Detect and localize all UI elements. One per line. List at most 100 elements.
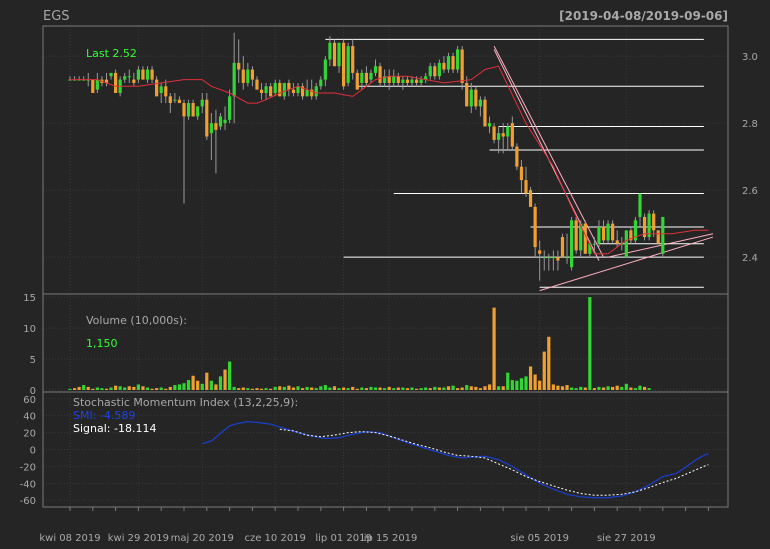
candle-body: [205, 99, 209, 137]
volume-bar: [291, 387, 296, 390]
smi-tick-label: 60: [23, 395, 36, 406]
candle-body: [278, 82, 282, 97]
volume-bar: [145, 387, 150, 390]
candle-body: [177, 99, 182, 104]
candle-body: [410, 79, 414, 83]
volume-bar: [118, 386, 122, 390]
candle-body: [474, 89, 478, 107]
candle-body: [428, 66, 432, 77]
volume-bar: [401, 387, 405, 390]
volume-bar: [355, 388, 359, 390]
candle-body: [241, 69, 245, 83]
candle-body: [196, 106, 200, 117]
volume-bar: [164, 388, 168, 390]
volume-bar: [474, 386, 478, 390]
volume-bar: [232, 386, 236, 390]
chart-canvas: EGS [2019-04-08/2019-09-06] 2.4 2.6 2.8 3.0…: [0, 0, 770, 549]
price-tick-label: 2.4: [742, 253, 758, 264]
volume-bar: [574, 388, 578, 390]
volume-bar: [364, 388, 368, 390]
candle-body: [173, 99, 177, 101]
candle-body: [478, 99, 482, 107]
candle-body: [597, 227, 601, 244]
volume-bar: [629, 387, 633, 390]
candle-body: [528, 190, 533, 207]
volume-bar: [615, 385, 619, 390]
candle-body: [401, 79, 405, 83]
candle-body: [109, 72, 113, 77]
candle-body: [615, 240, 619, 244]
volume-bar: [132, 386, 136, 390]
volume-bar: [314, 388, 318, 390]
volume-bar: [437, 387, 441, 390]
volume-bar: [638, 385, 642, 390]
candle-body: [351, 46, 355, 73]
volume-bar: [433, 386, 437, 390]
candle-body: [259, 89, 264, 93]
volume-bar: [560, 386, 565, 390]
volume-bar: [282, 386, 286, 390]
volume-bar: [478, 388, 482, 390]
volume-bar: [378, 387, 382, 390]
volume-bar: [246, 388, 250, 390]
candle-body: [574, 220, 578, 251]
candle-body: [323, 59, 327, 80]
candle-body: [91, 79, 95, 93]
volume-tick-label: 15: [23, 293, 36, 304]
volume-bar: [533, 374, 537, 390]
volume-bar: [159, 387, 163, 390]
x-tick-label: sie 27 2019: [597, 533, 656, 544]
candle-body: [542, 257, 546, 259]
volume-bar: [492, 307, 496, 390]
smi-title: Stochastic Momentum Index (13,2,25,9):: [73, 396, 298, 409]
candle-body: [533, 206, 537, 248]
candle-body: [396, 76, 400, 83]
candle-body: [237, 62, 241, 70]
x-tick-label: cze 10 2019: [244, 533, 305, 544]
volume-bar: [310, 387, 314, 390]
candle-body: [437, 62, 441, 77]
signal-value: Signal: -18.114: [73, 422, 156, 435]
date-range: [2019-04-08/2019-09-06]: [559, 9, 728, 23]
candle-body: [246, 69, 250, 83]
candle-body: [282, 82, 286, 97]
candle-body: [560, 237, 565, 258]
volume-bar: [136, 384, 140, 390]
candle-body: [168, 96, 172, 104]
candle-body: [250, 69, 254, 80]
candle-body: [255, 79, 259, 90]
candle-body: [465, 82, 469, 107]
candle-body: [314, 86, 318, 97]
volume-bar: [104, 388, 109, 390]
candle-body: [419, 79, 423, 83]
smi-tick-label: 0: [30, 446, 36, 457]
volume-bar: [451, 385, 455, 390]
volume-bar: [250, 388, 254, 390]
candle-body: [136, 69, 140, 80]
volume-bar: [155, 388, 159, 390]
volume-bar: [109, 387, 113, 390]
volume-bar: [446, 386, 451, 390]
volume-bar: [506, 372, 510, 390]
volume-bar: [191, 375, 195, 390]
candle-body: [606, 223, 610, 241]
volume-bar: [332, 386, 337, 390]
volume-bar: [442, 387, 446, 390]
candle-body: [510, 123, 514, 147]
candle-body: [360, 72, 364, 83]
volume-bar: [205, 372, 209, 390]
candle-body: [296, 86, 300, 93]
candle-body: [305, 89, 309, 97]
volume-bar: [524, 376, 528, 390]
volume-tick-label: 5: [30, 355, 36, 366]
volume-bar: [218, 376, 223, 390]
volume-bar: [483, 386, 487, 390]
candle-body: [132, 79, 136, 83]
volume-bar: [241, 387, 245, 390]
candle-body: [264, 86, 268, 93]
candle-body: [652, 213, 656, 231]
candle-body: [378, 66, 382, 83]
volume-bar: [647, 388, 651, 390]
volume-bar: [323, 385, 327, 390]
candle-body: [442, 62, 446, 70]
